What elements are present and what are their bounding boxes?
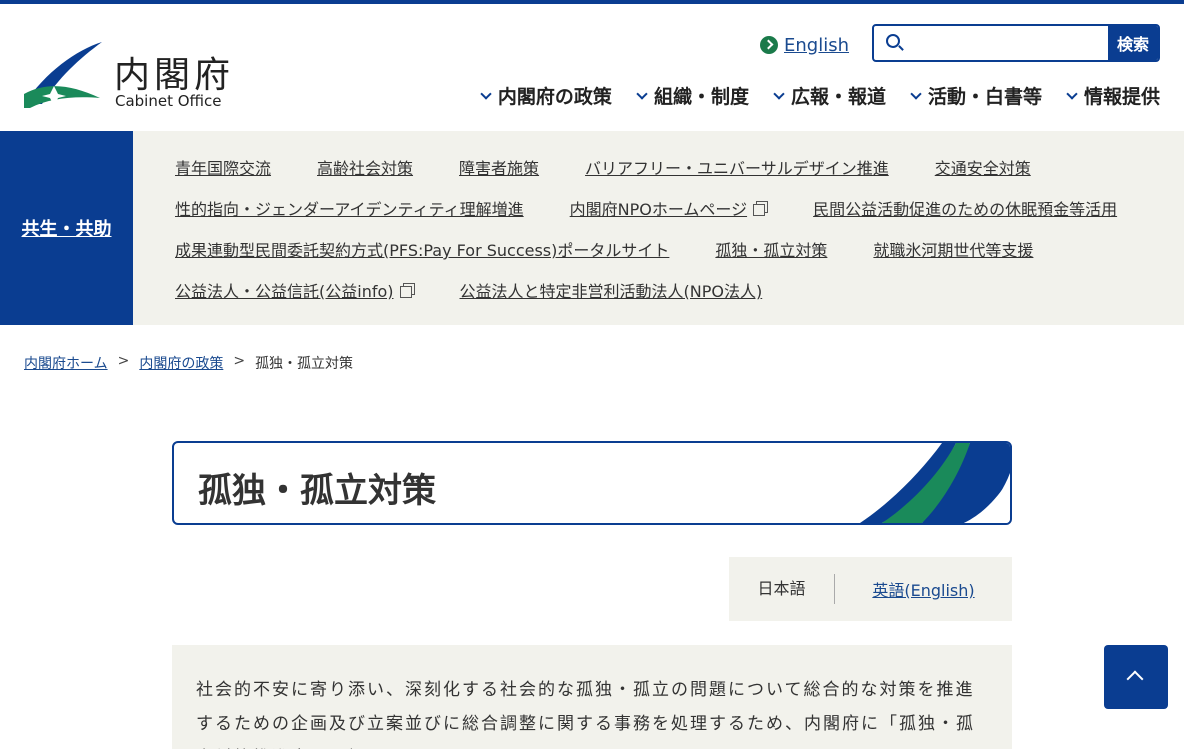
submenu-links: 青年国際交流 高齢社会対策 障害者施策 バリアフリー・ユニバーサルデザイン推進 … xyxy=(175,155,1155,319)
site-logo[interactable]: 内閣府 Cabinet Office xyxy=(24,42,244,112)
search-button[interactable]: 検索 xyxy=(1108,26,1158,60)
page-title-box: 孤独・孤立対策 xyxy=(172,441,1012,525)
submenu-link[interactable]: 就職氷河期世代等支援 xyxy=(873,237,1033,261)
language-english-link[interactable]: 英語(English) xyxy=(835,577,1012,601)
nav-organization[interactable]: 組織・制度 xyxy=(636,82,749,109)
intro-text: 社会的不安に寄り添い、深刻化する社会的な孤独・孤立の問題について総合的な対策を推… xyxy=(196,680,975,749)
nav-policies[interactable]: 内閣府の政策 xyxy=(480,82,612,109)
submenu-link[interactable]: 障害者施策 xyxy=(459,155,539,179)
submenu-link[interactable]: バリアフリー・ユニバーサルデザイン推進 xyxy=(585,155,889,179)
breadcrumb-home[interactable]: 内閣府ホーム xyxy=(24,353,108,373)
site-header: 内閣府 Cabinet Office English 検索 内閣府の政策 組織・… xyxy=(0,4,1184,131)
submenu-row: 青年国際交流 高齢社会対策 障害者施策 バリアフリー・ユニバーサルデザイン推進 … xyxy=(175,155,1155,196)
submenu-link-external[interactable]: 公益法人・公益信託(公益info) xyxy=(175,278,415,302)
nav-press[interactable]: 広報・報道 xyxy=(773,82,886,109)
submenu-link[interactable]: 孤独・孤立対策 xyxy=(715,237,827,261)
breadcrumb-current: 孤独・孤立対策 xyxy=(255,356,354,372)
language-switcher: 日本語 英語(English) xyxy=(729,557,1012,621)
english-link-label: English xyxy=(784,34,849,56)
intro-box: 社会的不安に寄り添い、深刻化する社会的な孤独・孤立の問題について総合的な対策を推… xyxy=(172,645,1012,749)
chevron-up-icon xyxy=(1126,670,1144,688)
external-link-icon xyxy=(753,201,769,216)
nav-activities[interactable]: 活動・白書等 xyxy=(910,82,1042,109)
arrow-circle-icon xyxy=(760,36,778,54)
search-form: 検索 xyxy=(872,24,1160,62)
title-decoration-icon xyxy=(860,443,1010,523)
submenu-link[interactable]: 民間公益活動促進のための休眠預金等活用 xyxy=(813,196,1117,220)
external-link-icon xyxy=(399,283,415,298)
submenu-row: 成果連動型民間委託契約方式(PFS:Pay For Success)ポータルサイ… xyxy=(175,237,1155,278)
chevron-down-icon xyxy=(1066,87,1078,100)
submenu-link[interactable]: 交通安全対策 xyxy=(935,155,1031,179)
submenu-category: 共生・共助 xyxy=(0,131,133,325)
main-navigation: 内閣府の政策 組織・制度 広報・報道 活動・白書等 情報提供 xyxy=(480,82,1160,109)
submenu-link[interactable]: 成果連動型民間委託契約方式(PFS:Pay For Success)ポータルサイ… xyxy=(175,237,669,261)
submenu-link[interactable]: 公益法人と特定非営利活動法人(NPO法人) xyxy=(460,278,763,302)
breadcrumb-separator: > xyxy=(233,353,246,369)
breadcrumb: 内閣府ホーム > 内閣府の政策 > 孤独・孤立対策 xyxy=(24,353,353,373)
submenu-link[interactable]: 性的指向・ジェンダーアイデンティティ理解増進 xyxy=(175,196,524,220)
chevron-down-icon xyxy=(636,87,648,100)
back-to-top-button[interactable] xyxy=(1104,645,1168,709)
chevron-down-icon xyxy=(910,87,922,100)
logo-japanese-text: 内閣府 xyxy=(114,55,235,96)
submenu-link[interactable]: 高齢社会対策 xyxy=(317,155,413,179)
chevron-down-icon xyxy=(480,87,492,100)
english-site-link[interactable]: English xyxy=(760,34,849,56)
language-current: 日本語 xyxy=(729,574,835,604)
submenu-link-external[interactable]: 内閣府NPOホームページ xyxy=(570,196,769,220)
submenu-row: 性的指向・ジェンダーアイデンティティ理解増進 内閣府NPOホームページ 民間公益… xyxy=(175,196,1155,237)
policy-submenu-panel: 共生・共助 青年国際交流 高齢社会対策 障害者施策 バリアフリー・ユニバーサルデ… xyxy=(0,131,1184,325)
search-icon xyxy=(874,26,910,60)
submenu-category-link[interactable]: 共生・共助 xyxy=(22,215,112,241)
search-input[interactable] xyxy=(910,26,1108,60)
breadcrumb-separator: > xyxy=(117,353,130,369)
breadcrumb-parent[interactable]: 内閣府の政策 xyxy=(139,353,223,373)
chevron-down-icon xyxy=(773,87,785,100)
cabinet-office-logo-icon xyxy=(24,42,102,108)
nav-information[interactable]: 情報提供 xyxy=(1066,82,1160,109)
logo-english-text: Cabinet Office xyxy=(115,92,222,110)
submenu-link[interactable]: 青年国際交流 xyxy=(175,155,271,179)
page-title: 孤独・孤立対策 xyxy=(198,471,436,511)
submenu-row: 公益法人・公益信託(公益info) 公益法人と特定非営利活動法人(NPO法人) xyxy=(175,278,1155,319)
